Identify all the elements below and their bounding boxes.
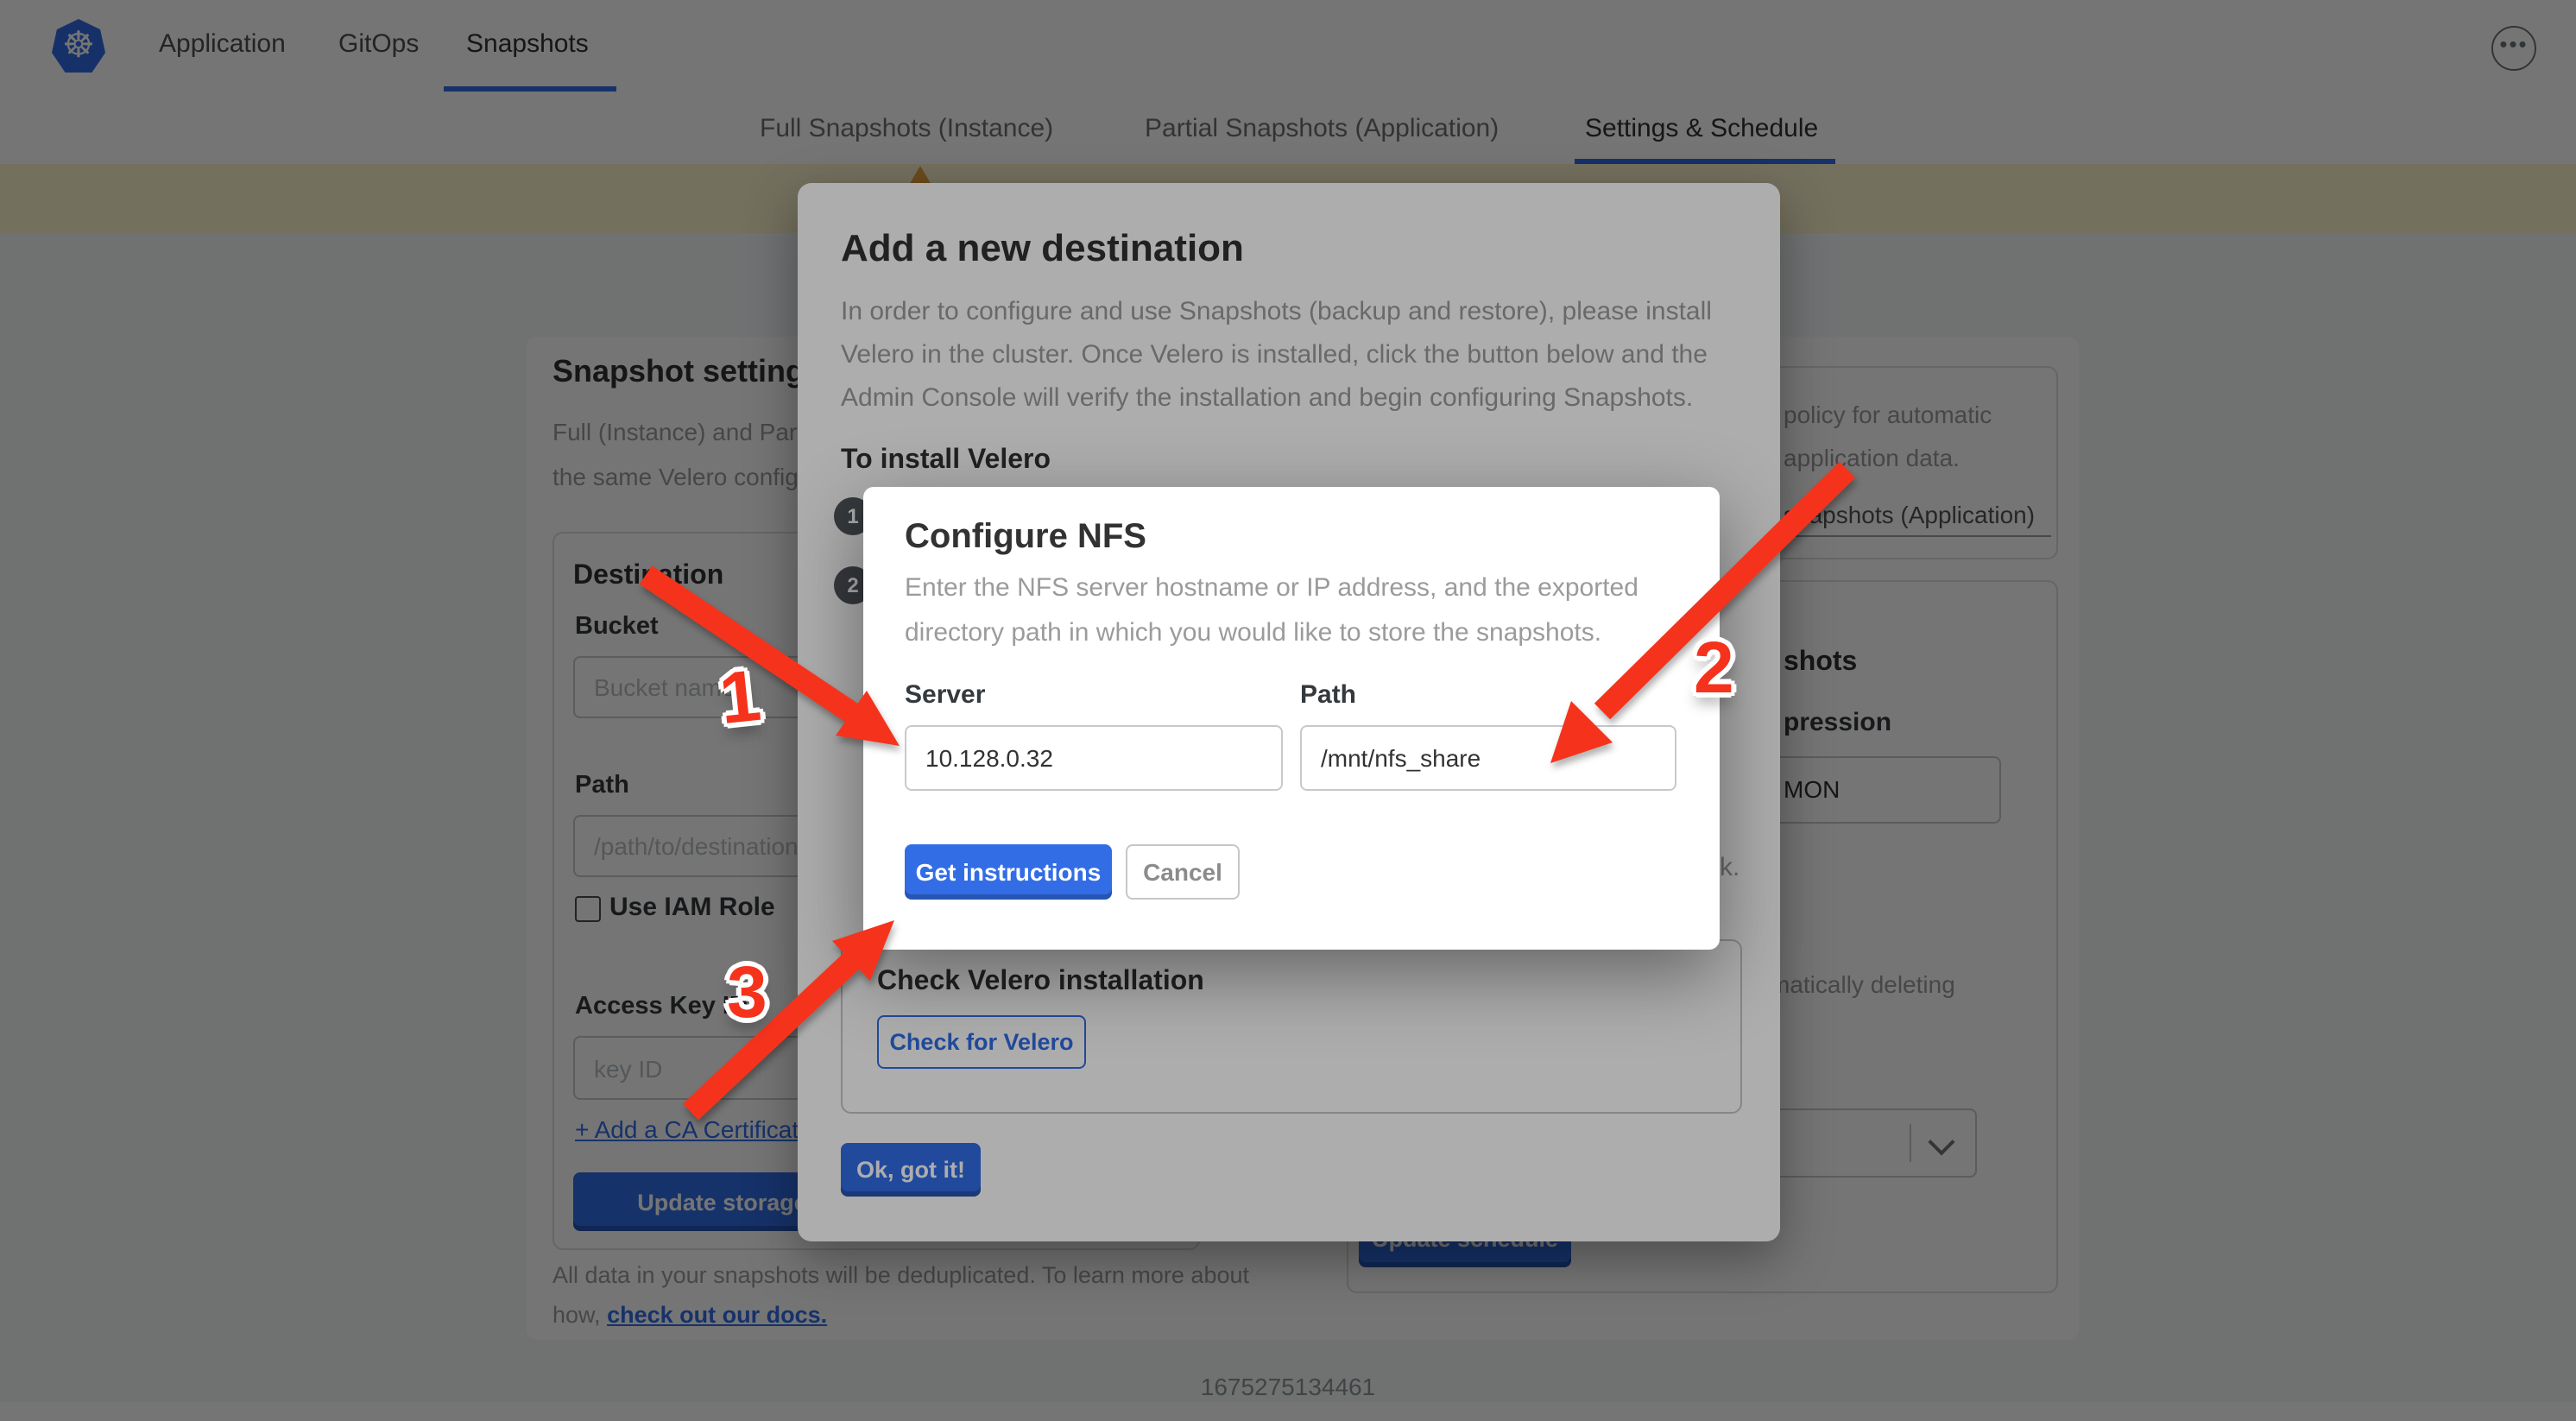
nfs-body-line1: Enter the NFS server hostname or IP addr… [905,573,1638,603]
annotation-number-1: 1 [717,660,764,736]
snapshots-settings-page: ☸ Application GitOps Snapshots ••• Full … [0,0,2576,1421]
nfs-body-line2: directory path in which you would like t… [905,618,1601,647]
cancel-button[interactable]: Cancel [1126,844,1240,900]
annotation-number-3: 3 [727,957,767,1029]
get-instructions-button[interactable]: Get instructions [905,844,1112,900]
nfs-modal-title: Configure NFS [905,518,1146,558]
nfs-path-label: Path [1300,680,1356,710]
annotation-number-2: 2 [1694,632,1734,704]
configure-nfs-modal: Configure NFS Enter the NFS server hostn… [863,487,1720,950]
server-input[interactable] [905,725,1283,791]
server-label: Server [905,680,985,710]
nfs-path-input[interactable] [1300,725,1676,791]
